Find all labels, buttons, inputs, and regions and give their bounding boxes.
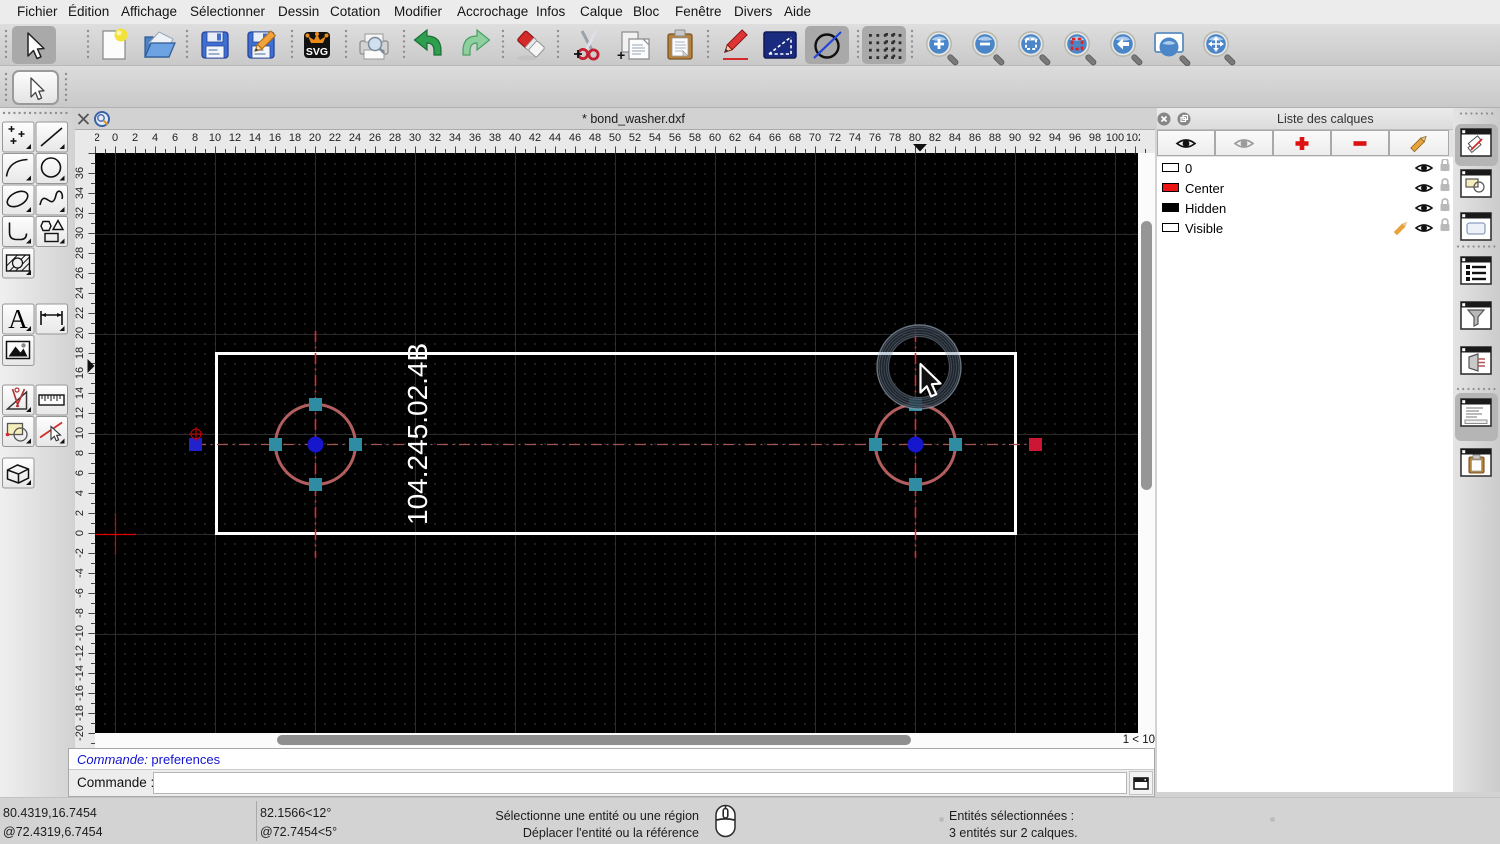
svg-text:+: + — [617, 47, 625, 63]
svg-text:A: A — [8, 304, 28, 334]
svg-text:SVG: SVG — [306, 46, 328, 58]
